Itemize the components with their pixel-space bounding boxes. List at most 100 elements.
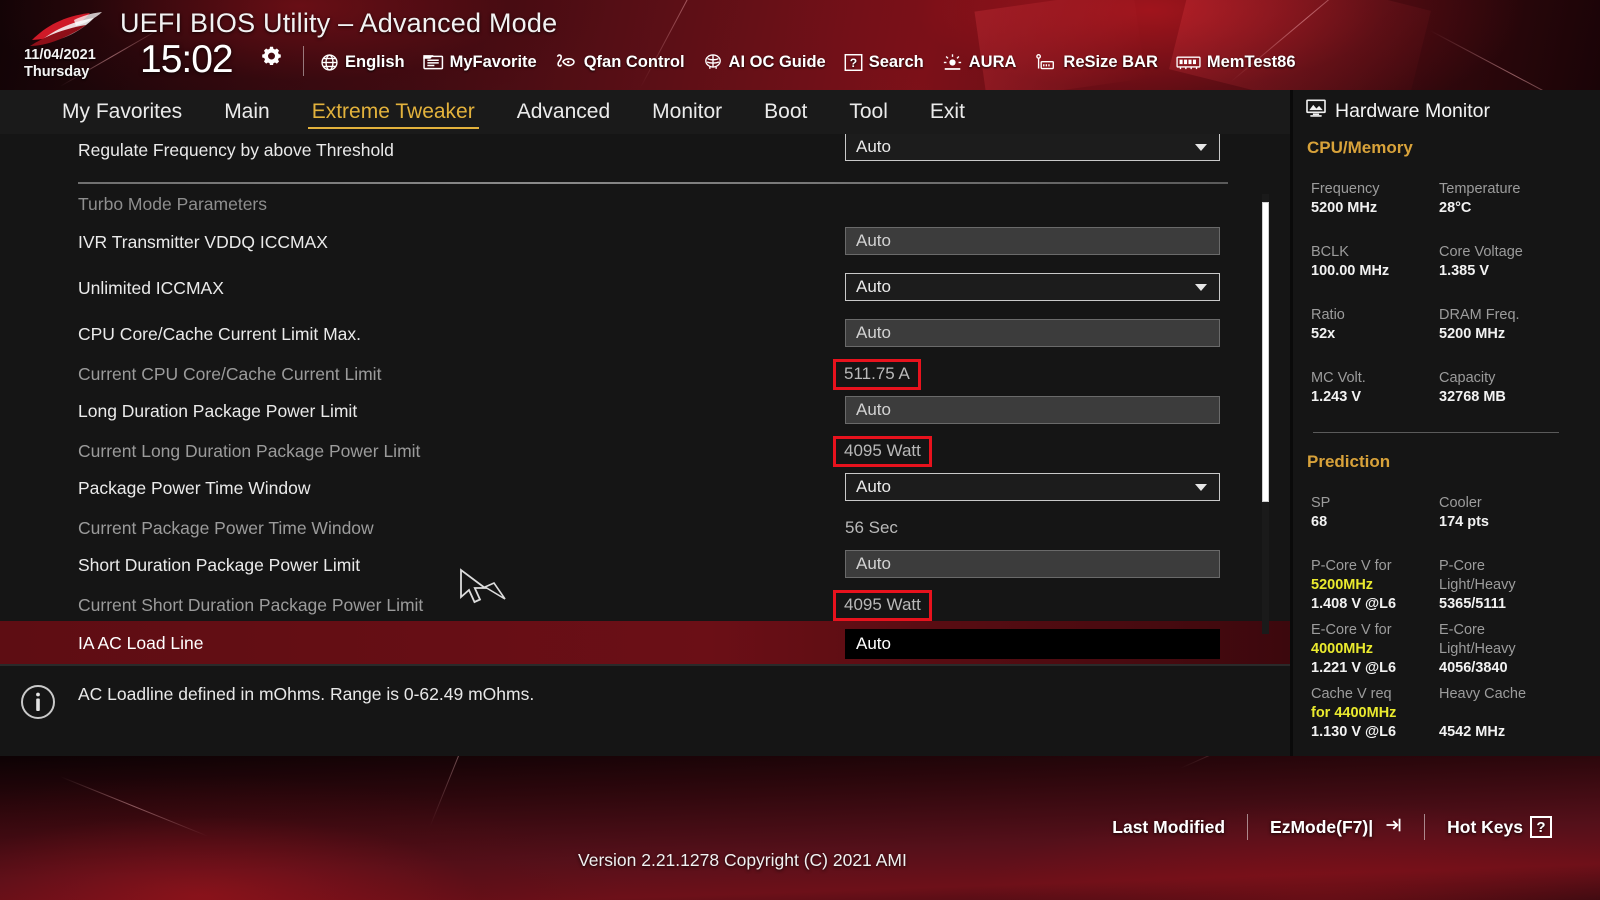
header-tool-ai-oc-guide[interactable]: AI OC Guide bbox=[703, 53, 826, 72]
setting-dropdown-unlimited-iccmax[interactable]: Auto bbox=[845, 273, 1220, 301]
setting-dropdown-package-power-time-window[interactable]: Auto bbox=[845, 473, 1220, 501]
hardware-monitor-title-text: Hardware Monitor bbox=[1335, 99, 1490, 122]
hm-key: Temperature bbox=[1439, 181, 1521, 197]
settings-scrollbar-thumb[interactable] bbox=[1262, 202, 1269, 502]
header-toolbar: English MyFavorite Qfan Control AI OC Gu… bbox=[320, 48, 1296, 76]
hm-dram-freq: DRAM Freq. 5200 MHz bbox=[1439, 306, 1520, 344]
help-info-bar: AC Loadline defined in mOhms. Range is 0… bbox=[0, 664, 1290, 756]
header-tool-label: English bbox=[345, 52, 405, 71]
setting-value: Auto bbox=[856, 400, 891, 419]
hm-key: Cooler bbox=[1439, 495, 1482, 511]
hm-key-highlight: 4000MHz bbox=[1311, 641, 1374, 657]
info-circle-icon bbox=[20, 684, 56, 720]
tab-extreme-tweaker[interactable]: Extreme Tweaker bbox=[307, 98, 479, 129]
hm-key: Capacity bbox=[1439, 370, 1496, 386]
header-tool-resize-bar[interactable]: ReSize BAR bbox=[1034, 52, 1158, 72]
setting-input-short-duration-package-power-limit[interactable]: Auto bbox=[845, 550, 1220, 578]
setting-label: Unlimited ICCMAX bbox=[78, 277, 224, 298]
hm-frequency: Frequency 5200 MHz bbox=[1311, 180, 1380, 218]
header-tool-english[interactable]: English bbox=[320, 53, 405, 72]
readonly-value-current-cpu-core-cache-current-limit: 511.75 A bbox=[833, 359, 921, 390]
hm-pcore-voltage: P-Core V for 5200MHz 1.408 V @L6 bbox=[1311, 557, 1396, 614]
setting-row-package-power-time-window[interactable]: Package Power Time Window Auto bbox=[0, 468, 1290, 508]
footer-link-label: EzMode(F7)| bbox=[1270, 816, 1374, 837]
header-tool-label: Qfan Control bbox=[583, 52, 685, 71]
setting-row-ia-ac-load-line[interactable]: IA AC Load Line Auto bbox=[0, 621, 1290, 664]
tab-monitor[interactable]: Monitor bbox=[648, 98, 726, 127]
hm-key-line1: P-Core bbox=[1439, 558, 1485, 574]
setting-row-long-duration-package-power-limit[interactable]: Long Duration Package Power Limit Auto bbox=[0, 391, 1290, 431]
hm-value: 5200 MHz bbox=[1311, 200, 1378, 216]
hm-key-line1: Heavy Cache bbox=[1439, 686, 1527, 702]
setting-value: Auto bbox=[856, 477, 891, 496]
setting-row-short-duration-package-power-limit[interactable]: Short Duration Package Power Limit Auto bbox=[0, 545, 1290, 585]
setting-row-unlimited-iccmax[interactable]: Unlimited ICCMAX Auto bbox=[0, 268, 1290, 308]
system-datetime: 11/04/2021 Thursday bbox=[24, 47, 96, 81]
hm-key: MC Volt. bbox=[1311, 370, 1366, 386]
tab-main[interactable]: Main bbox=[220, 98, 274, 127]
question-box-icon: ? bbox=[1530, 816, 1552, 838]
hm-value: 68 bbox=[1311, 514, 1328, 530]
hm-value: 32768 MB bbox=[1439, 389, 1506, 405]
header-tool-qfan-control[interactable]: Qfan Control bbox=[555, 53, 685, 72]
setting-input-ia-ac-load-line[interactable]: Auto bbox=[845, 629, 1220, 659]
setting-input-long-duration-package-power-limit[interactable]: Auto bbox=[845, 396, 1220, 424]
hm-sp: SP 68 bbox=[1311, 494, 1330, 532]
tab-boot[interactable]: Boot bbox=[760, 98, 811, 127]
ai-brain-icon bbox=[703, 53, 723, 71]
readonly-value-current-package-power-time-window: 56 Sec bbox=[845, 518, 898, 537]
header-tool-memtest86[interactable]: MemTest86 bbox=[1176, 53, 1296, 72]
hm-key: DRAM Freq. bbox=[1439, 307, 1520, 323]
tab-exit[interactable]: Exit bbox=[926, 98, 969, 127]
hm-pcore-light-heavy: P-Core Light/Heavy 5365/5111 bbox=[1439, 557, 1516, 614]
setting-input-ivr-transmitter-vddq-iccmax[interactable]: Auto bbox=[845, 227, 1220, 255]
setting-value: Auto bbox=[856, 634, 891, 653]
setting-input-cpu-core-cache-current-limit-max[interactable]: Auto bbox=[845, 319, 1220, 347]
footer-links: Last Modified EzMode(F7)| Hot Keys ? bbox=[1090, 814, 1574, 840]
header-divider bbox=[303, 46, 304, 76]
setting-label: Current CPU Core/Cache Current Limit bbox=[78, 363, 382, 384]
hm-heavy-cache: Heavy Cache 4542 MHz bbox=[1439, 685, 1526, 742]
main-nav-tabs: My Favorites Main Extreme Tweaker Advanc… bbox=[0, 90, 1290, 134]
globe-icon bbox=[320, 53, 339, 72]
system-clock: 15:02 bbox=[140, 38, 234, 81]
header-tool-label: ReSize BAR bbox=[1063, 52, 1158, 71]
hm-key-line1: P-Core V for bbox=[1311, 558, 1392, 574]
setting-label: Short Duration Package Power Limit bbox=[78, 554, 361, 575]
hm-key-highlight: 5200MHz bbox=[1311, 577, 1374, 593]
setting-row-cpu-core-cache-current-limit-max[interactable]: CPU Core/Cache Current Limit Max. Auto bbox=[0, 314, 1290, 354]
setting-label: IVR Transmitter VDDQ ICCMAX bbox=[78, 231, 328, 252]
hm-ecore-voltage: E-Core V for 4000MHz 1.221 V @L6 bbox=[1311, 621, 1396, 678]
setting-row-ivr-transmitter-vddq-iccmax[interactable]: IVR Transmitter VDDQ ICCMAX Auto bbox=[0, 222, 1290, 262]
tab-advanced[interactable]: Advanced bbox=[513, 98, 614, 127]
favorite-folder-icon bbox=[422, 53, 444, 71]
footer-link-label: Hot Keys bbox=[1447, 816, 1523, 837]
aura-light-icon bbox=[942, 53, 963, 72]
tab-my-favorites[interactable]: My Favorites bbox=[58, 98, 186, 127]
setting-row-regulate-frequency[interactable]: Regulate Frequency by above Threshold Au… bbox=[0, 134, 1290, 170]
setting-dropdown-regulate-frequency[interactable]: Auto bbox=[845, 134, 1220, 161]
hm-key: Ratio bbox=[1311, 307, 1345, 323]
setting-label: Current Long Duration Package Power Limi… bbox=[78, 440, 421, 461]
sidebar-divider bbox=[1313, 432, 1559, 433]
gear-icon[interactable] bbox=[262, 46, 281, 66]
setting-row-current-short-duration-package-power-limit: Current Short Duration Package Power Lim… bbox=[0, 585, 1290, 625]
setting-label: Current Short Duration Package Power Lim… bbox=[78, 594, 424, 615]
tab-tool[interactable]: Tool bbox=[845, 98, 892, 127]
hot-keys-button[interactable]: Hot Keys ? bbox=[1425, 816, 1574, 838]
readonly-value-current-short-duration-package-power-limit: 4095 Watt bbox=[833, 590, 932, 621]
hm-core-voltage: Core Voltage 1.385 V bbox=[1439, 243, 1523, 281]
header-tool-aura[interactable]: AURA bbox=[942, 53, 1016, 72]
hm-ecore-light-heavy: E-Core Light/Heavy 4056/3840 bbox=[1439, 621, 1516, 678]
header-tool-search[interactable]: ? Search bbox=[844, 53, 924, 72]
footer-link-label: Last Modified bbox=[1112, 816, 1226, 837]
hm-value: 52x bbox=[1311, 326, 1336, 342]
bottom-footer: Version 2.21.1278 Copyright (C) 2021 AMI… bbox=[0, 756, 1600, 900]
setting-label: Long Duration Package Power Limit bbox=[78, 400, 358, 421]
ezmode-button[interactable]: EzMode(F7)| bbox=[1248, 816, 1424, 839]
hm-key-line2: Light/Heavy bbox=[1439, 641, 1516, 657]
last-modified-button[interactable]: Last Modified bbox=[1090, 817, 1247, 838]
header-tool-myfavorite[interactable]: MyFavorite bbox=[422, 53, 537, 72]
hm-value: 1.221 V @L6 bbox=[1311, 660, 1397, 676]
section-heading: Turbo Mode Parameters bbox=[78, 193, 268, 214]
